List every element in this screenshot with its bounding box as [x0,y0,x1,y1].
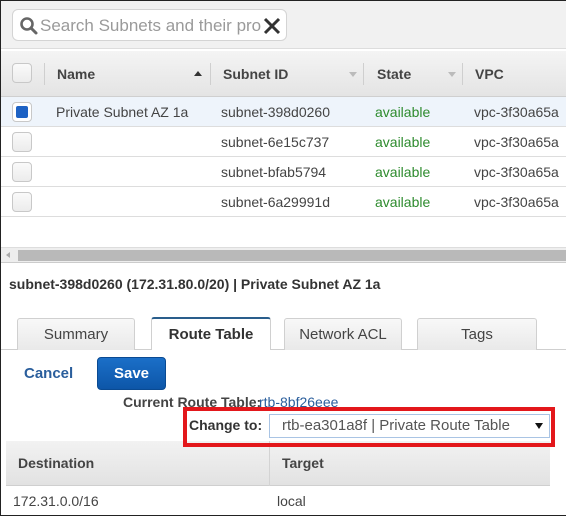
tab-tags[interactable]: Tags [417,318,537,350]
table-row[interactable]: subnet-6e15c737 available vpc-3f30a65a [1,127,566,157]
subnet-name: Private Subnet AZ 1a [56,104,189,120]
subnets-table-header: Name Subnet ID State VPC [1,51,566,97]
column-divider [363,63,364,85]
subnet-vpc: vpc-3f30a65a [474,164,559,180]
column-divider [210,63,211,85]
toolbar [1,1,566,49]
table-row[interactable]: subnet-6a29991d available vpc-3f30a65a [1,187,566,217]
route-table-select[interactable]: rtb-ea301a8f | Private Route Table [269,414,550,438]
change-to-label: Change to: [189,417,263,433]
save-button[interactable]: Save [97,357,166,390]
subnet-state: available [375,164,431,180]
route-row: 172.31.0.0/16 local [6,487,550,515]
detail-title: subnet-398d0260 (172.31.80.0/20) | Priva… [9,276,381,292]
subnet-id: subnet-398d0260 [221,104,330,120]
search-input[interactable] [40,14,262,38]
subnet-vpc: vpc-3f30a65a [474,104,559,120]
subnet-vpc: vpc-3f30a65a [474,194,559,210]
sort-icon[interactable] [349,72,357,77]
column-header-state[interactable]: State [377,51,411,97]
subnet-id: subnet-6e15c737 [221,134,330,150]
routes-table-header: Destination Target [6,441,550,486]
scroll-left-icon[interactable] [6,252,10,258]
select-all-checkbox[interactable] [12,63,32,83]
tab-summary[interactable]: Summary [17,318,135,350]
column-header-target: Target [282,455,324,471]
sort-icon[interactable] [448,72,456,77]
tab-route-table[interactable]: Route Table [151,317,271,350]
subnet-id: subnet-6a29991d [221,194,330,210]
clear-search-icon[interactable] [262,16,282,36]
route-target: local [277,493,306,509]
column-header-subnet-id[interactable]: Subnet ID [223,51,288,97]
column-divider [44,63,45,85]
table-row[interactable]: subnet-bfab5794 available vpc-3f30a65a [1,157,566,187]
subnet-state: available [375,194,431,210]
tab-network-acl[interactable]: Network ACL [284,318,402,350]
subnet-state: available [375,134,431,150]
search-box[interactable] [12,9,287,41]
row-checkbox[interactable] [12,192,32,212]
column-header-destination: Destination [18,455,95,471]
table-row[interactable]: Private Subnet AZ 1a subnet-398d0260 ava… [1,97,566,127]
row-checkbox[interactable] [12,102,32,122]
horizontal-scrollbar[interactable] [1,247,566,263]
column-divider [462,63,463,85]
sort-ascending-icon[interactable] [194,71,202,76]
route-table-select-value: rtb-ea301a8f | Private Route Table [282,417,510,434]
column-header-vpc[interactable]: VPC [475,51,504,97]
subnet-id: subnet-bfab5794 [221,164,327,180]
column-header-name[interactable]: Name [57,51,95,97]
subnet-vpc: vpc-3f30a65a [474,134,559,150]
subnets-console: Name Subnet ID State VPC Private Subnet … [0,0,566,516]
dropdown-caret-icon [535,423,543,429]
scrollbar-thumb[interactable] [18,250,566,261]
search-icon [20,17,38,35]
row-checkbox[interactable] [12,132,32,152]
cancel-button[interactable]: Cancel [24,365,73,382]
subnet-state: available [375,104,431,120]
route-destination: 172.31.0.0/16 [13,493,99,509]
column-divider [269,441,270,486]
detail-tabs: Summary Route Table Network ACL Tags [1,317,566,350]
row-checkbox[interactable] [12,162,32,182]
